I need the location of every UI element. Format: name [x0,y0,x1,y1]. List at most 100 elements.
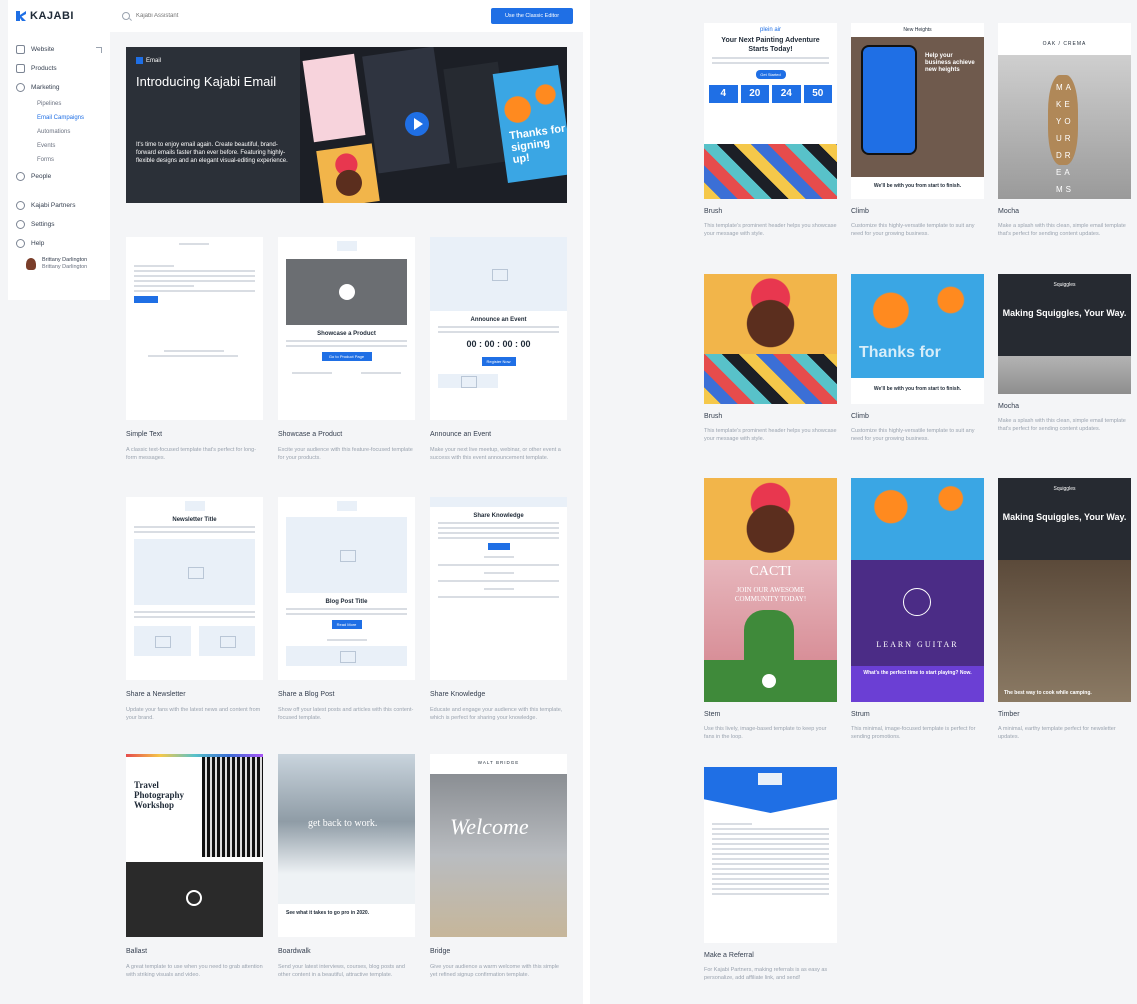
welcome-image [430,774,567,937]
subnav-pipelines[interactable]: Pipelines [37,97,110,111]
hero-banner[interactable]: Email Introducing Kajabi Email It's time… [126,47,567,203]
template-card[interactable]: Share Knowledge Share Knowledge Educate … [430,497,567,722]
template-card[interactable]: plein air Your Next Painting Adventure S… [704,23,837,238]
sidebar-item-settings[interactable]: Settings [8,215,110,234]
hero-title: Introducing Kajabi Email [136,74,277,89]
sidebar-item-help[interactable]: Help [8,234,110,253]
subnav-automations[interactable]: Automations [37,125,110,139]
count-days: 4 [709,85,738,103]
sidebar-item-products[interactable]: Products [8,59,110,78]
gear-icon [16,220,25,229]
thumb-line [483,556,514,558]
external-link-icon[interactable] [96,46,102,53]
brush-pattern-image [704,354,837,404]
template-card[interactable]: CACTI JOIN OUR AWESOME COMMUNITY TODAY! … [704,478,837,741]
template-card[interactable]: get back to work. See what it takes to g… [278,754,415,979]
thumb-line [134,290,255,292]
search-input[interactable] [136,13,456,19]
template-card[interactable]: Thanks for We'll be with you from start … [851,274,984,443]
template-card[interactable]: Showcase a Product Go to Product Page Sh… [278,237,415,462]
thumb-line [438,580,559,582]
template-thumbnail: WALT BRIDGE Welcome [430,754,567,937]
template-card[interactable]: LEARN GUITAR What's the perfect time to … [851,478,984,741]
classic-editor-button[interactable]: Use the Classic Editor [491,8,573,24]
thumb-footer: We'll be with you from start to finish. [873,386,962,392]
help-icon [16,239,25,248]
user-profile[interactable]: Brittany Darlington Brittany Darlington [8,253,110,271]
template-card[interactable]: Brush This template's prominent header h… [704,274,837,443]
profile-sub: Brittany Darlington [42,264,88,270]
template-name: Strum [851,711,870,718]
thumb-line [164,350,224,352]
template-thumbnail: Announce an Event 00 : 00 : 00 : 00 Regi… [430,237,567,420]
template-description: This minimal, image-focused template is … [851,726,976,740]
template-card[interactable]: Make a Referral For Kajabi Partners, mak… [704,767,837,982]
thumb-line [292,372,333,374]
thumb-footer: We'll be with you from start to finish. [873,183,962,189]
kajabi-logo[interactable]: KAJABI [8,0,110,32]
subnav-forms[interactable]: Forms [37,153,110,167]
thumb-line [712,838,829,840]
thumb-brand: OAK / CREMA [1042,41,1087,47]
thumb-logo [336,241,357,251]
template-card[interactable]: Squiggles Making Squiggles, Your Way. Th… [998,478,1131,741]
template-description: Customize this highly-versatile template… [851,428,975,442]
thumb-title: Announce an Event [470,317,527,323]
template-name: Climb [851,208,869,215]
template-name: Boardwalk [278,948,311,955]
template-name: Brush [704,208,723,215]
sidebar-item-marketing[interactable]: Marketing [8,78,110,97]
template-card[interactable]: WALT BRIDGE Welcome Bridge Give your aud… [430,754,567,979]
left-screen: KAJABI Website Products Marketing Pipeli… [0,0,583,1004]
template-thumbnail [704,274,837,404]
thumb-line [148,355,238,357]
thumb-header [430,497,567,507]
mountain-image [278,754,415,904]
template-name: Stem [704,711,721,718]
template-description: This template's prominent header helps y… [704,428,837,442]
thumb-header: WALT BRIDGE [477,760,520,765]
template-thumbnail: plein air Your Next Painting Adventure S… [704,23,837,199]
thumb-line [134,526,255,528]
template-thumbnail: Newsletter Title [126,497,263,680]
subnav-email-campaigns[interactable]: Email Campaigns [37,111,110,125]
cacti-image: CACTI JOIN OUR AWESOME COMMUNITY TODAY! [704,560,837,660]
thumb-title: Share Knowledge [473,513,524,519]
template-card[interactable]: Newsletter Title Share a Newsletter Upda… [126,497,263,722]
template-thumbnail: Squiggles Making Squiggles, Your Way. Th… [998,478,1131,702]
thumb-line [438,537,559,539]
play-icon [186,890,202,906]
play-icon[interactable] [405,112,429,136]
template-name: Timber [998,711,1020,718]
template-thumbnail: LEARN GUITAR What's the perfect time to … [851,478,984,702]
thumb-title: LEARN GUITAR [876,640,959,649]
thumb-countdown: 00 : 00 : 00 : 00 [466,339,531,349]
thumb-line [134,611,255,613]
mocha-image [998,356,1131,394]
thumb-footer: The best way to cook while camping. [1004,690,1092,696]
sidebar-item-website[interactable]: Website [8,40,110,59]
thumb-line [712,873,829,875]
template-card[interactable]: Simple Text A classic text-focused templ… [126,237,263,462]
sidebar-item-label: Products [31,65,57,72]
template-card[interactable]: New Heights Help your business achieve n… [851,23,984,238]
logo-text: KAJABI [30,10,74,22]
thumb-line [712,888,829,890]
search-icon [122,12,130,20]
template-card[interactable]: Travel Photography Workshop Ballast A gr… [126,754,263,979]
template-description: Make a splash with this clean, simple em… [998,223,1126,237]
template-card[interactable]: OAK / CREMA MAKE YOUR DREAMS PUNCH Mocha… [998,23,1131,238]
megaphone-icon [16,83,25,92]
template-card[interactable]: Blog Post Title Read More Share a Blog P… [278,497,415,722]
sidebar-item-partners[interactable]: Kajabi Partners [8,196,110,215]
template-card[interactable]: Squiggles Making Squiggles, Your Way. Mo… [998,274,1131,433]
collage-card-dark [362,47,450,174]
tag-icon [16,64,25,73]
template-name: Share a Newsletter [126,691,186,698]
thumb-line [134,265,174,267]
subnav-events[interactable]: Events [37,139,110,153]
cactus-shape [744,610,794,660]
template-card[interactable]: Announce an Event 00 : 00 : 00 : 00 Regi… [430,237,567,462]
sidebar-item-people[interactable]: People [8,167,110,186]
cactus-image [704,660,837,702]
